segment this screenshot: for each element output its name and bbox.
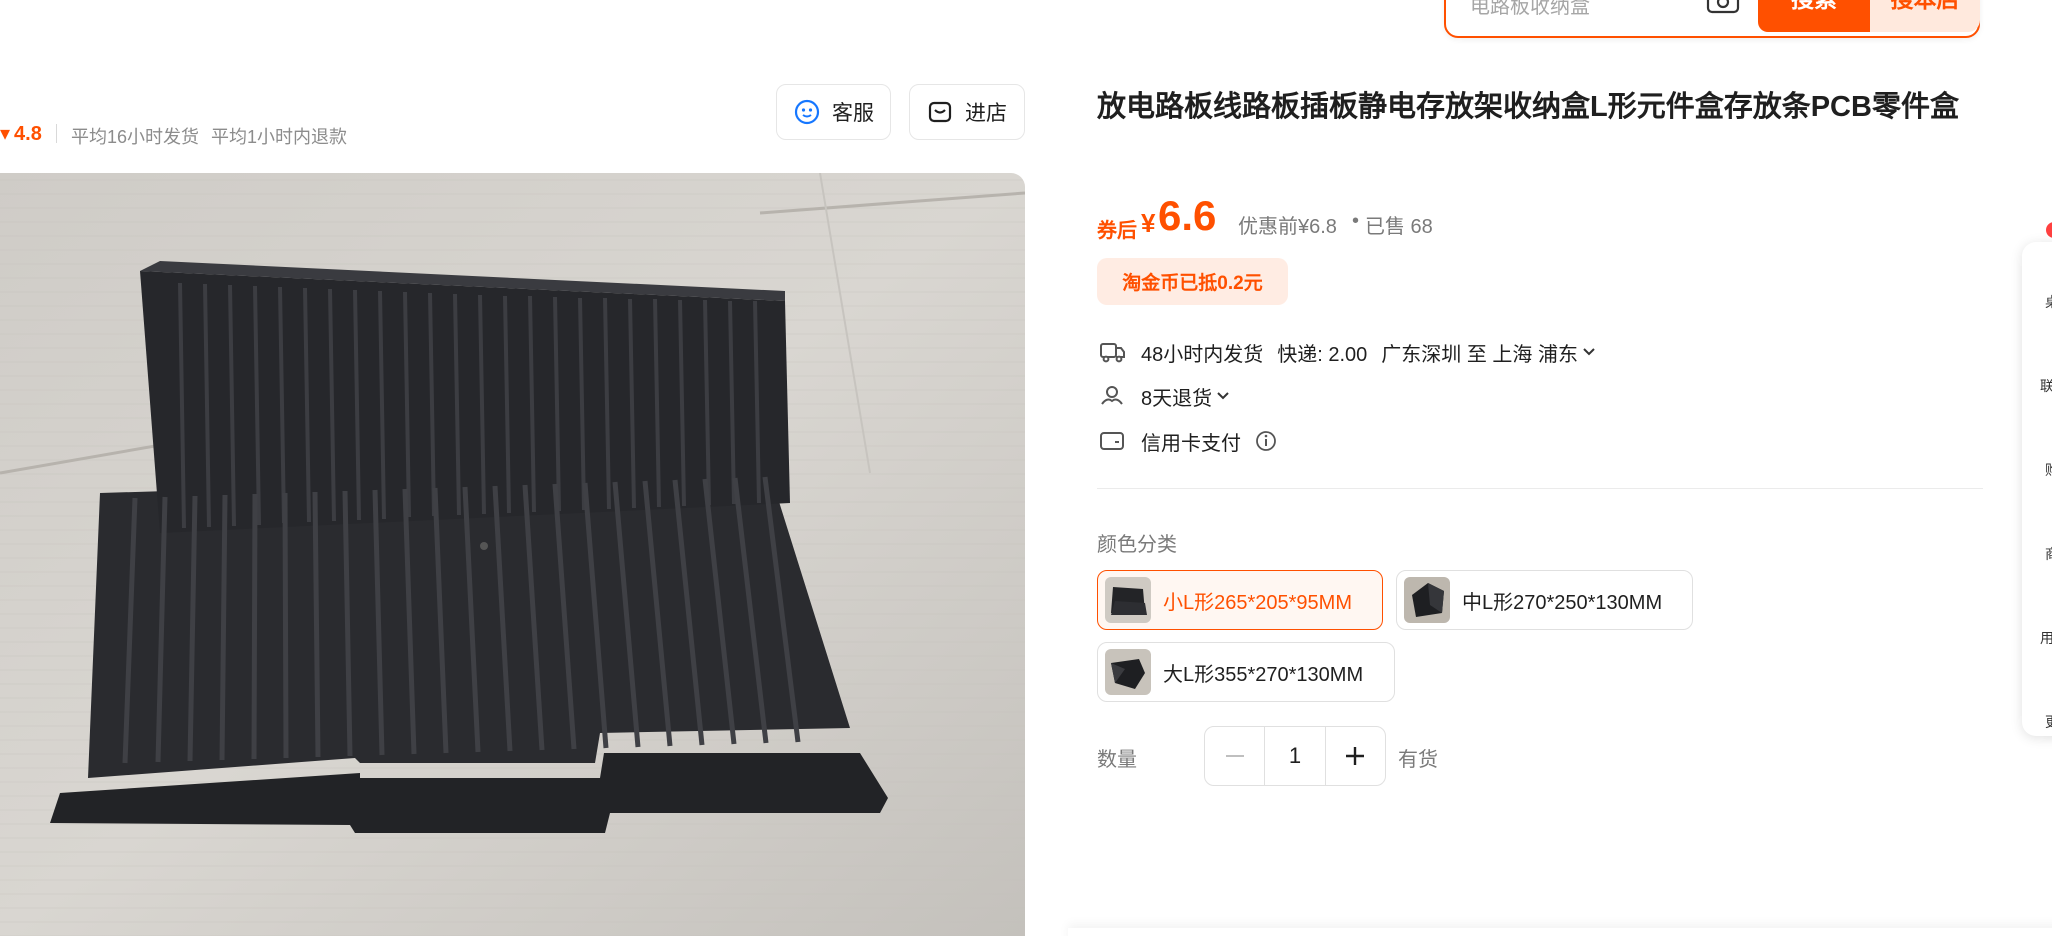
enter-store-label: 进店	[965, 102, 1007, 125]
quantity-input[interactable]: 1	[1264, 727, 1326, 785]
currency-symbol: ¥	[1141, 208, 1156, 238]
sku-thumbnail	[1404, 577, 1450, 623]
returns-icon	[1101, 386, 1123, 405]
divider	[56, 124, 57, 143]
plus-icon	[1346, 747, 1365, 765]
taojinbi-badge: 淘金币已抵0.2元	[1097, 258, 1288, 305]
product-page: 电路板收纳盒 搜索 搜本店 ▾4.8 平均16小时发货 平均1小时内退款 客服 …	[0, 0, 2052, 936]
store-icon	[928, 101, 952, 123]
bottom-panel-edge	[1068, 928, 2052, 936]
shipping-info[interactable]: 48小时内发货 快递: 2.00 广东深圳 至 上海 浦东	[1099, 337, 1612, 367]
search-store-button[interactable]: 搜本店	[1870, 0, 1980, 32]
minus-icon	[1225, 755, 1244, 757]
quantity-label: 数量	[1097, 749, 1137, 771]
info-icon[interactable]	[1255, 430, 1277, 452]
sku-label: 中L形270*250*130MM	[1462, 591, 1663, 614]
separator-dot: •	[1352, 210, 1360, 232]
camera-icon[interactable]	[1706, 0, 1740, 14]
service-icon	[794, 99, 820, 125]
express-fee: 快递: 2.00	[1277, 343, 1368, 366]
decrease-button[interactable]	[1205, 727, 1264, 785]
shipping-time: 48小时内发货	[1141, 343, 1264, 366]
coupon-label: 券后	[1097, 220, 1137, 242]
sold-count: 已售 68	[1365, 216, 1433, 238]
notification-dot	[2046, 222, 2052, 238]
search-bar: 电路板收纳盒 搜索 搜本店	[1444, 0, 1980, 38]
refund-stat: 平均1小时内退款	[211, 127, 348, 147]
enter-store-button[interactable]: 进店	[909, 84, 1025, 140]
sku-option-large[interactable]: 大L形355*270*130MM	[1097, 642, 1395, 702]
returns-info[interactable]: 8天退货	[1099, 381, 1246, 411]
customer-service-label: 客服	[832, 102, 874, 125]
payment-label: 信用卡支付	[1141, 432, 1241, 455]
coupon-price: 6.6	[1158, 192, 1217, 239]
toolbar-item-user[interactable]: 用户	[2032, 592, 2052, 646]
toolbar-item-product[interactable]: 商	[2032, 508, 2052, 562]
sku-thumbnail	[1105, 577, 1151, 623]
payment-info: 信用卡支付	[1099, 426, 1293, 456]
truck-icon	[1100, 343, 1125, 363]
stock-status: 有货	[1398, 749, 1438, 771]
sku-option-small[interactable]: 小L形265*205*95MM	[1097, 570, 1383, 630]
shipping-route[interactable]: 广东深圳 至 上海 浦东	[1381, 338, 1578, 367]
sku-label: 大L形355*270*130MM	[1163, 663, 1364, 686]
original-price: 优惠前¥6.8	[1238, 216, 1337, 238]
customer-service-button[interactable]: 客服	[776, 84, 891, 140]
search-input[interactable]: 电路板收纳盒	[1470, 0, 1590, 19]
increase-button[interactable]	[1326, 727, 1385, 785]
sku-option-medium[interactable]: 中L形270*250*130MM	[1396, 570, 1693, 630]
returns-label: 8天退货	[1141, 387, 1213, 410]
chevron-down-icon	[1217, 392, 1229, 400]
quantity-stepper: 1	[1204, 726, 1386, 786]
toolbar-item-contact[interactable]: 联系	[2032, 340, 2052, 394]
sku-label: 小L形265*205*95MM	[1163, 591, 1352, 614]
search-button[interactable]: 搜索	[1758, 0, 1870, 32]
floating-toolbar: 桌 联系 购 商 用户 更	[2022, 242, 2052, 736]
toolbar-item-cart[interactable]: 购	[2032, 424, 2052, 478]
main-product-image[interactable]	[0, 173, 1025, 936]
divider	[1097, 488, 1983, 489]
chevron-down-icon	[1583, 348, 1595, 356]
product-title: 放电路板线路板插板静电存放架收纳盒L形元件盒存放条PCB零件盒	[1097, 91, 1959, 123]
star-icon: ▾	[0, 123, 11, 145]
toolbar-item-more[interactable]: 更	[2032, 676, 2052, 730]
color-category-label: 颜色分类	[1097, 534, 1177, 556]
shipping-stat: 平均16小时发货	[71, 127, 200, 147]
shop-rating: ▾ 4.8	[0, 123, 42, 145]
toolbar-item-desktop[interactable]: 桌	[2032, 256, 2052, 310]
sku-thumbnail	[1105, 649, 1151, 695]
credit-card-icon	[1100, 432, 1124, 450]
